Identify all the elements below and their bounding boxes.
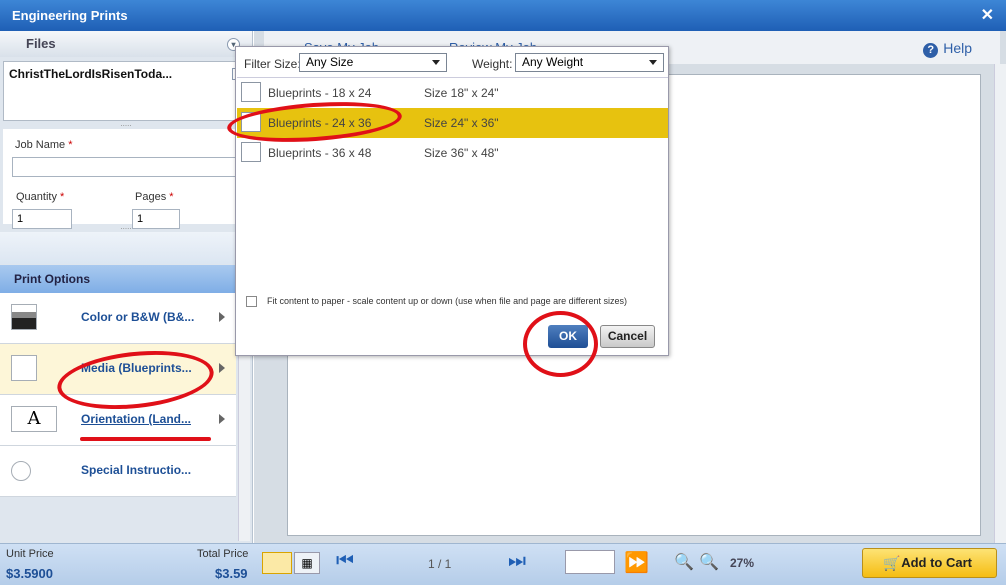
unit-price-value: $3.5900 [6, 566, 53, 581]
file-list[interactable]: ChristTheLordIsRisenToda... ▾ [3, 61, 249, 121]
option-special[interactable]: Special Instructio... [0, 446, 236, 497]
option-color[interactable]: Color or B&W (B&... [0, 293, 236, 344]
total-price-label: Total Price [197, 548, 249, 560]
filter-size-label: Filter Size: [244, 57, 301, 71]
media-blank-icon [11, 355, 37, 381]
resize-grip[interactable]: ..... [0, 120, 252, 129]
print-options-header: Print Options [0, 265, 252, 293]
zoom-out-icon[interactable]: 🔍 [674, 552, 694, 572]
row-name: Blueprints - 18 x 24 [268, 86, 372, 100]
help-link[interactable]: ? Help [923, 40, 972, 58]
add-to-cart-label: Add to Cart [901, 555, 972, 570]
radio-circle-icon [11, 461, 31, 481]
quantity-input[interactable]: 1 [12, 209, 72, 229]
orientation-a-icon: A [11, 406, 57, 432]
option-orientation-label[interactable]: Orientation (Land... [81, 412, 191, 426]
content-scrollbar[interactable] [994, 64, 1006, 543]
row-checkbox[interactable] [241, 142, 261, 162]
bottom-bar: Unit Price $3.5900 Total Price $3.59 ▦ ⏮… [0, 543, 1006, 585]
files-header: Files ▾ [0, 31, 252, 57]
filter-size-select[interactable]: Any Size [299, 53, 447, 72]
media-row[interactable]: Blueprints - 36 x 48 Size 36" x 48" [237, 138, 668, 168]
files-header-label: Files [26, 36, 56, 51]
unit-price-label: Unit Price [6, 548, 54, 560]
file-name[interactable]: ChristTheLordIsRisenToda... [9, 67, 172, 81]
color-swatch-icon [11, 304, 37, 330]
option-special-label[interactable]: Special Instructio... [81, 463, 191, 477]
row-size: Size 24" x 36" [424, 116, 499, 130]
grid-view-icon[interactable]: ▦ [294, 552, 320, 574]
chevron-right-icon [219, 312, 225, 322]
cart-icon: 🛒 [883, 555, 901, 571]
fit-content-checkbox[interactable] [246, 296, 257, 307]
zoom-in-icon[interactable]: 🔍 [699, 552, 719, 572]
annotation-circle-ok [523, 311, 598, 377]
weight-select[interactable]: Any Weight [515, 53, 664, 72]
fit-content-label: Fit content to paper - scale content up … [267, 296, 628, 306]
chevron-right-icon [219, 363, 225, 373]
help-label: Help [943, 40, 972, 56]
chevron-right-icon [219, 414, 225, 424]
total-price-value: $3.59 [215, 566, 248, 581]
job-name-input[interactable] [12, 157, 244, 177]
zoom-level: 27% [730, 556, 755, 570]
single-page-view-icon[interactable] [262, 552, 292, 574]
page-indicator: 1 / 1 [428, 557, 452, 571]
pages-input[interactable]: 1 [132, 209, 180, 229]
spacer-strip [0, 232, 252, 264]
row-checkbox[interactable] [241, 82, 261, 102]
pages-label: Pages * [135, 191, 174, 203]
chevron-down-icon [649, 60, 657, 65]
media-dialog: Filter Size: Any Size Weight: Any Weight… [235, 46, 669, 356]
cancel-button[interactable]: Cancel [600, 325, 655, 348]
row-name: Blueprints - 36 x 48 [268, 146, 372, 160]
close-icon[interactable]: ✕ [981, 0, 994, 31]
page-input[interactable] [565, 550, 615, 574]
window-title: Engineering Prints [12, 8, 128, 23]
window-titlebar: Engineering Prints ✕ [0, 0, 1006, 31]
chevron-down-icon [432, 60, 440, 65]
last-page-icon[interactable]: ⏭ [508, 550, 526, 573]
add-to-cart-button[interactable]: 🛒 Add to Cart [862, 548, 997, 578]
quantity-label: Quantity * [16, 191, 65, 203]
row-size: Size 36" x 48" [424, 146, 499, 160]
sidebar: Files ▾ ChristTheLordIsRisenToda... ▾ ..… [0, 31, 253, 543]
option-color-label[interactable]: Color or B&W (B&... [81, 310, 194, 324]
job-panel: Job Name * i Quantity * 1 Pages * 1 [3, 129, 252, 229]
weight-label: Weight: [472, 57, 513, 71]
annotation-underline [80, 437, 211, 441]
first-page-icon[interactable]: ⏮ [336, 550, 354, 573]
go-page-icon[interactable]: ⏩ [624, 550, 649, 575]
help-icon: ? [923, 43, 939, 58]
row-size: Size 18" x 24" [424, 86, 499, 100]
job-name-label: Job Name * [15, 139, 73, 151]
